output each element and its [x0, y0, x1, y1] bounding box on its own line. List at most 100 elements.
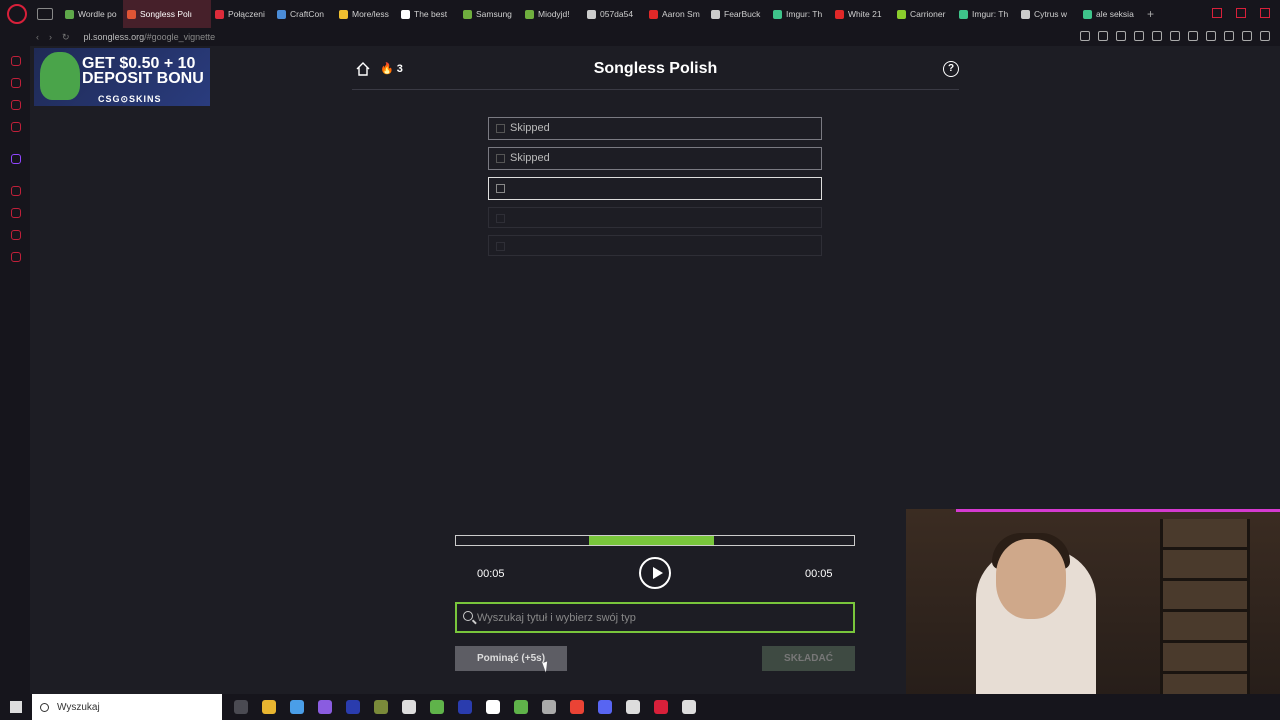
share-icon[interactable] [1206, 31, 1216, 41]
browser-tab-bar: Wordle po Songless Polı Połączeni CraftCon M… [0, 0, 1280, 28]
taskbar-app-icon[interactable] [402, 700, 416, 714]
tab-favicon-icon [215, 9, 224, 19]
browser-tab[interactable]: Wordle po [61, 0, 123, 28]
taskbar-app-icon[interactable] [262, 700, 276, 714]
ai-icon[interactable] [1242, 31, 1252, 41]
browser-tab[interactable]: Miodyjd! [521, 0, 583, 28]
song-search [455, 602, 855, 633]
guess-row: Skipped [488, 147, 822, 170]
minimize-icon[interactable] [1212, 8, 1222, 18]
taskbar-app-icon[interactable] [486, 700, 500, 714]
guess-text: Skipped [510, 122, 550, 134]
speed-dial-icon[interactable] [11, 56, 21, 66]
skip-button[interactable]: Pominąć (+5s) [455, 646, 567, 671]
maximize-icon[interactable] [1236, 8, 1246, 18]
opera-logo-icon[interactable] [7, 4, 27, 24]
taskbar-app-icon[interactable] [626, 700, 640, 714]
heart-icon[interactable] [1170, 31, 1180, 41]
taskbar-search[interactable]: Wyszukaj [32, 694, 222, 720]
taskbar-app-icon[interactable] [374, 700, 388, 714]
taskbar-app-icon[interactable] [598, 700, 612, 714]
extensions-icon[interactable] [11, 230, 21, 240]
back-icon[interactable]: ‹ [36, 32, 39, 43]
camera-icon[interactable] [1152, 31, 1162, 41]
tab-favicon-icon [463, 9, 472, 19]
extension-icon[interactable] [1080, 31, 1090, 41]
webcam-overlay [906, 509, 1280, 720]
submit-button[interactable]: SKŁADAĆ [762, 646, 855, 671]
webcam-shelf [1160, 519, 1250, 709]
tab-label: Miodyjd! [538, 9, 570, 19]
tab-label: Aaron Sm [662, 9, 700, 19]
taskbar-app-icon[interactable] [458, 700, 472, 714]
nav-buttons: ‹ › ↻ [36, 32, 70, 43]
browser-tab[interactable]: White 21 [831, 0, 893, 28]
play-button[interactable] [639, 557, 671, 589]
taskbar-app-icon[interactable] [346, 700, 360, 714]
taskbar-search-label: Wyszukaj [57, 701, 100, 713]
browser-tab[interactable]: Imgur: Th [769, 0, 831, 28]
play-icon[interactable] [1134, 31, 1144, 41]
settings-icon[interactable] [11, 252, 21, 262]
download-icon[interactable] [1224, 31, 1234, 41]
tab-label: Carrioner [910, 9, 946, 19]
tab-overview-icon[interactable] [37, 8, 53, 20]
browser-tab[interactable]: Songless Polı [123, 0, 211, 28]
browser-tabs: Wordle po Songless Polı Połączeni CraftCon M… [61, 0, 1141, 28]
browser-tab[interactable]: FearBuck [707, 0, 769, 28]
url-host: pl.songless.org [83, 32, 145, 42]
menu-icon[interactable] [1260, 31, 1270, 41]
search-icon [40, 702, 49, 712]
browser-tab[interactable]: Cytrus w [1017, 0, 1079, 28]
close-icon[interactable] [1260, 8, 1270, 18]
tab-label: Samsung [476, 9, 512, 19]
browser-tab[interactable]: The best [397, 0, 459, 28]
guess-row: Skipped [488, 117, 822, 140]
bag-icon[interactable] [11, 78, 21, 88]
forward-icon[interactable]: › [49, 32, 52, 43]
guess-status-icon [496, 214, 505, 223]
audio-progress-bar[interactable] [455, 535, 855, 546]
news-icon[interactable] [11, 122, 21, 132]
browser-tab[interactable]: Imgur: Th [955, 0, 1017, 28]
search-input[interactable] [477, 608, 847, 628]
taskbar-app-icon[interactable] [234, 700, 248, 714]
browser-tab[interactable]: Aaron Sm [645, 0, 707, 28]
taskbar-app-icon[interactable] [682, 700, 696, 714]
browser-tab[interactable]: Carrioner [893, 0, 955, 28]
reload-icon[interactable]: ↻ [62, 32, 70, 43]
url-path: /#google_vignette [144, 32, 216, 42]
browser-tab[interactable]: More/less [335, 0, 397, 28]
tab-label: CraftCon [290, 9, 325, 19]
new-tab-icon[interactable]: + [1147, 7, 1154, 21]
browser-tab[interactable]: CraftCon [273, 0, 335, 28]
url-field[interactable]: pl.songless.org/#google_vignette [84, 32, 216, 42]
browser-tab[interactable]: Połączeni [211, 0, 273, 28]
browser-tab[interactable]: 057da54 [583, 0, 645, 28]
tab-favicon-icon [65, 9, 74, 19]
history-icon[interactable] [11, 208, 21, 218]
extension-icon[interactable] [1098, 31, 1108, 41]
player-icon[interactable] [11, 186, 21, 196]
tab-label: FearBuck [724, 9, 761, 19]
shield-icon[interactable] [1116, 31, 1126, 41]
taskbar-app-icon[interactable] [290, 700, 304, 714]
ad-brand: CSG⊙SKINS [98, 94, 162, 104]
taskbar-app-icon[interactable] [318, 700, 332, 714]
taskbar-app-icon[interactable] [430, 700, 444, 714]
search-icon [463, 611, 473, 621]
ad-banner[interactable]: GET $0.50 + 10 DEPOSIT BONU CSG⊙SKINS [34, 48, 210, 106]
browser-tab[interactable]: ale seksia [1079, 0, 1141, 28]
guess-status-icon [496, 124, 505, 133]
twitch-icon[interactable] [11, 154, 21, 164]
windows-start-icon[interactable] [10, 701, 22, 713]
taskbar-app-icon[interactable] [570, 700, 584, 714]
webcam-border [956, 509, 1280, 512]
taskbar-app-icon[interactable] [654, 700, 668, 714]
help-icon[interactable]: ? [943, 61, 959, 77]
taskbar-app-icon[interactable] [542, 700, 556, 714]
browser-tab[interactable]: Samsung [459, 0, 521, 28]
messenger-icon[interactable] [11, 100, 21, 110]
cube-icon[interactable] [1188, 31, 1198, 41]
taskbar-app-icon[interactable] [514, 700, 528, 714]
